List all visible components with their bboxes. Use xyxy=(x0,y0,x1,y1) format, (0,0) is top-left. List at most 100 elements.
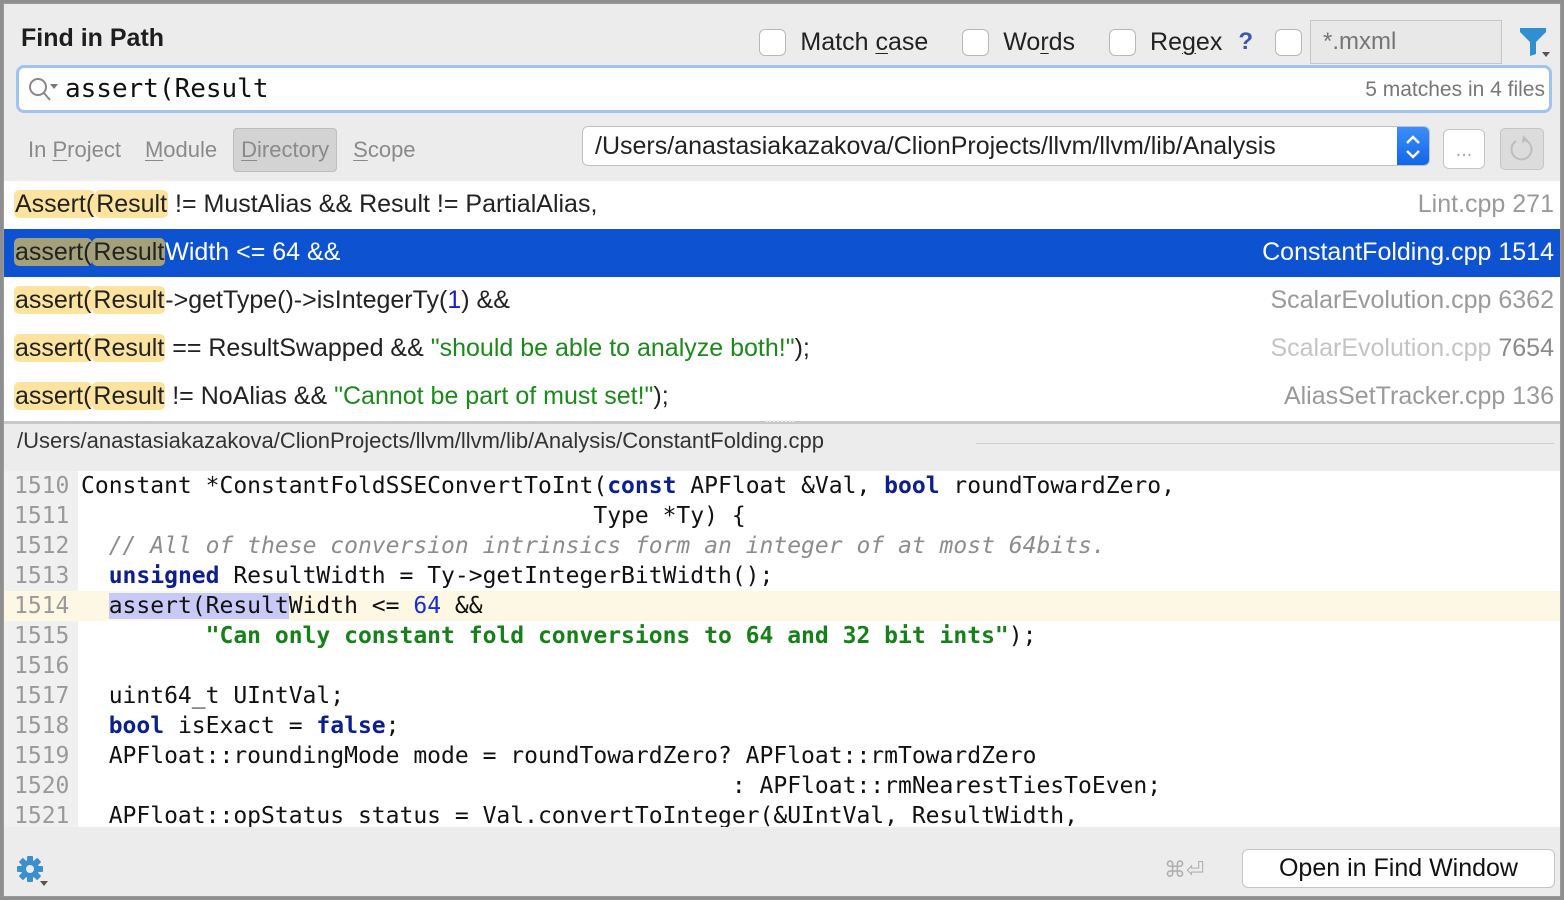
scope-tabs: In Project Module Directory Scope xyxy=(20,128,432,172)
words-box[interactable] xyxy=(962,28,990,56)
match-case-box[interactable] xyxy=(759,28,787,56)
match-highlight: Result xyxy=(92,286,166,314)
match-case-checkbox[interactable]: Match case xyxy=(759,28,928,57)
result-text: Assert(Result != MustAlias && Result != … xyxy=(14,190,597,219)
line-number: 1512 xyxy=(14,533,70,559)
code-line: 1520 : APFloat::rmNearestTiesToEven; xyxy=(4,771,1560,801)
code-text: // All of these conversion intrinsics fo… xyxy=(81,531,1106,561)
code-token: && xyxy=(441,593,483,619)
code-line: 1521 APFloat::opStatus status = Val.conv… xyxy=(4,801,1560,827)
line-number: 1515 xyxy=(14,623,70,649)
result-file-name: ScalarEvolution.cpp xyxy=(1270,286,1492,314)
result-token: == ResultSwapped && xyxy=(165,334,431,362)
code-text: Constant *ConstantFoldSSEConvertToInt(co… xyxy=(81,471,1175,501)
result-text: assert(ResultWidth <= 64 && xyxy=(14,238,340,267)
code-token: Type *Ty) { xyxy=(81,503,746,529)
scope-directory[interactable]: Directory xyxy=(233,128,338,172)
code-text: Type *Ty) { xyxy=(81,501,746,531)
result-file-name: ScalarEvolution.cpp xyxy=(1270,334,1492,362)
line-number: 1520 xyxy=(14,773,70,799)
code-token: const xyxy=(607,473,677,499)
directory-dropdown-stepper[interactable] xyxy=(1397,127,1429,165)
file-mask-input[interactable] xyxy=(1310,20,1502,64)
words-label: Words xyxy=(1003,27,1076,56)
result-token: != NoAlias && xyxy=(165,382,335,410)
code-line: 1516 xyxy=(4,651,1560,681)
code-token: roundTowardZero, xyxy=(939,473,1175,499)
code-line: 1519 APFloat::roundingMode mode = roundT… xyxy=(4,741,1560,771)
result-token: ); xyxy=(794,334,810,362)
result-row[interactable]: assert(ResultWidth <= 64 && ConstantFoldi… xyxy=(4,229,1560,277)
code-text: uint64_t UIntVal; xyxy=(81,681,344,711)
match-highlight: assert( xyxy=(14,286,93,314)
result-file-location: ScalarEvolution.cpp 7654 xyxy=(1270,334,1554,363)
code-text: : APFloat::rmNearestTiesToEven; xyxy=(81,771,1161,801)
search-history-icon[interactable] xyxy=(27,76,61,104)
find-in-path-dialog: Find in Path Match case Words Regex ? *.… xyxy=(3,3,1561,897)
result-token: ); xyxy=(653,382,669,410)
gear-icon[interactable] xyxy=(16,855,50,889)
result-row[interactable]: assert(Result != NoAlias && "Cannot be p… xyxy=(4,373,1560,421)
line-number: 1513 xyxy=(14,563,70,589)
words-checkbox[interactable]: Words xyxy=(962,28,1075,57)
code-token: bool xyxy=(108,713,165,739)
results-list[interactable]: Assert(Result != MustAlias && Result != … xyxy=(4,181,1560,421)
refresh-button[interactable] xyxy=(1500,128,1544,170)
search-input[interactable] xyxy=(65,72,1265,106)
match-highlight: Result xyxy=(92,334,166,362)
regex-help-link[interactable]: ? xyxy=(1238,28,1253,56)
regex-box[interactable] xyxy=(1109,28,1137,56)
refresh-icon xyxy=(1510,135,1533,161)
regex-checkbox[interactable]: Regex xyxy=(1109,28,1222,57)
line-number: 1518 xyxy=(14,713,70,739)
directory-value: /Users/anastasiakazakova/ClionProjects/l… xyxy=(595,132,1276,160)
code-line: 1512 // All of these conversion intrinsi… xyxy=(4,531,1560,561)
code-line: 1518 bool isExact = false; xyxy=(4,711,1560,741)
result-text: assert(Result != NoAlias && "Cannot be p… xyxy=(14,382,669,411)
filter-icon[interactable] xyxy=(1514,22,1554,62)
match-highlight: Assert( xyxy=(14,190,96,218)
code-line: 1513 unsigned ResultWidth = Ty->getInteg… xyxy=(4,561,1560,591)
result-file-location: Lint.cpp 271 xyxy=(1418,190,1554,219)
result-text: assert(Result == ResultSwapped && "shoul… xyxy=(14,334,810,363)
result-row[interactable]: Assert(Result != MustAlias && Result != … xyxy=(4,181,1560,229)
code-text: "Can only constant fold conversions to 6… xyxy=(81,621,1037,651)
scope-module[interactable]: Module xyxy=(137,128,225,172)
code-text: bool isExact = false; xyxy=(81,711,400,741)
code-token: ; xyxy=(385,713,400,739)
file-mask-checkbox[interactable] xyxy=(1275,28,1302,56)
code-line: 1515 "Can only constant fold conversions… xyxy=(4,621,1560,651)
result-file-name: AliasSetTracker.cpp xyxy=(1283,382,1506,410)
match-highlight: Result xyxy=(92,382,166,410)
scope-in-project[interactable]: In Project xyxy=(20,128,129,172)
splitter-grip[interactable] xyxy=(766,420,794,422)
scope-scope[interactable]: Scope xyxy=(345,128,423,172)
code-token: APFloat::roundingMode mode = roundToward… xyxy=(81,743,1037,769)
match-highlight: assert( xyxy=(14,238,93,266)
result-token: Width <= 64 && xyxy=(165,238,341,266)
line-number: 1521 xyxy=(14,803,70,827)
search-field[interactable]: 5 matches in 4 files xyxy=(16,65,1552,113)
line-number: 1510 xyxy=(14,473,70,499)
open-in-find-window-button[interactable]: Open in Find Window xyxy=(1242,849,1555,888)
match-highlight: assert( xyxy=(14,382,93,410)
match-highlight: assert(Result xyxy=(108,593,289,619)
regex-label: Regex xyxy=(1150,27,1223,56)
result-row[interactable]: assert(Result->getType()->isIntegerTy(1)… xyxy=(4,277,1560,325)
code-token: unsigned xyxy=(108,563,220,589)
result-row[interactable]: assert(Result == ResultSwapped && "shoul… xyxy=(4,325,1560,373)
code-token: 64 xyxy=(413,593,442,619)
match-case-label: Match case xyxy=(800,27,929,56)
directory-select[interactable]: /Users/anastasiakazakova/ClionProjects/l… xyxy=(582,126,1430,166)
browse-directory-button[interactable]: ... xyxy=(1443,129,1485,169)
match-highlight: Result xyxy=(92,238,166,266)
code-preview[interactable]: 1510 Constant *ConstantFoldSSEConvertToIn… xyxy=(4,471,1560,827)
match-highlight: Result xyxy=(95,190,169,218)
result-line-number: 7654 xyxy=(1498,334,1554,362)
code-line: 1510 Constant *ConstantFoldSSEConvertToIn… xyxy=(4,471,1560,501)
line-number: 1516 xyxy=(14,653,70,679)
code-text: APFloat::opStatus status = Val.convertTo… xyxy=(81,801,1078,827)
code-text: assert(ResultWidth <= 64 && xyxy=(81,591,483,621)
